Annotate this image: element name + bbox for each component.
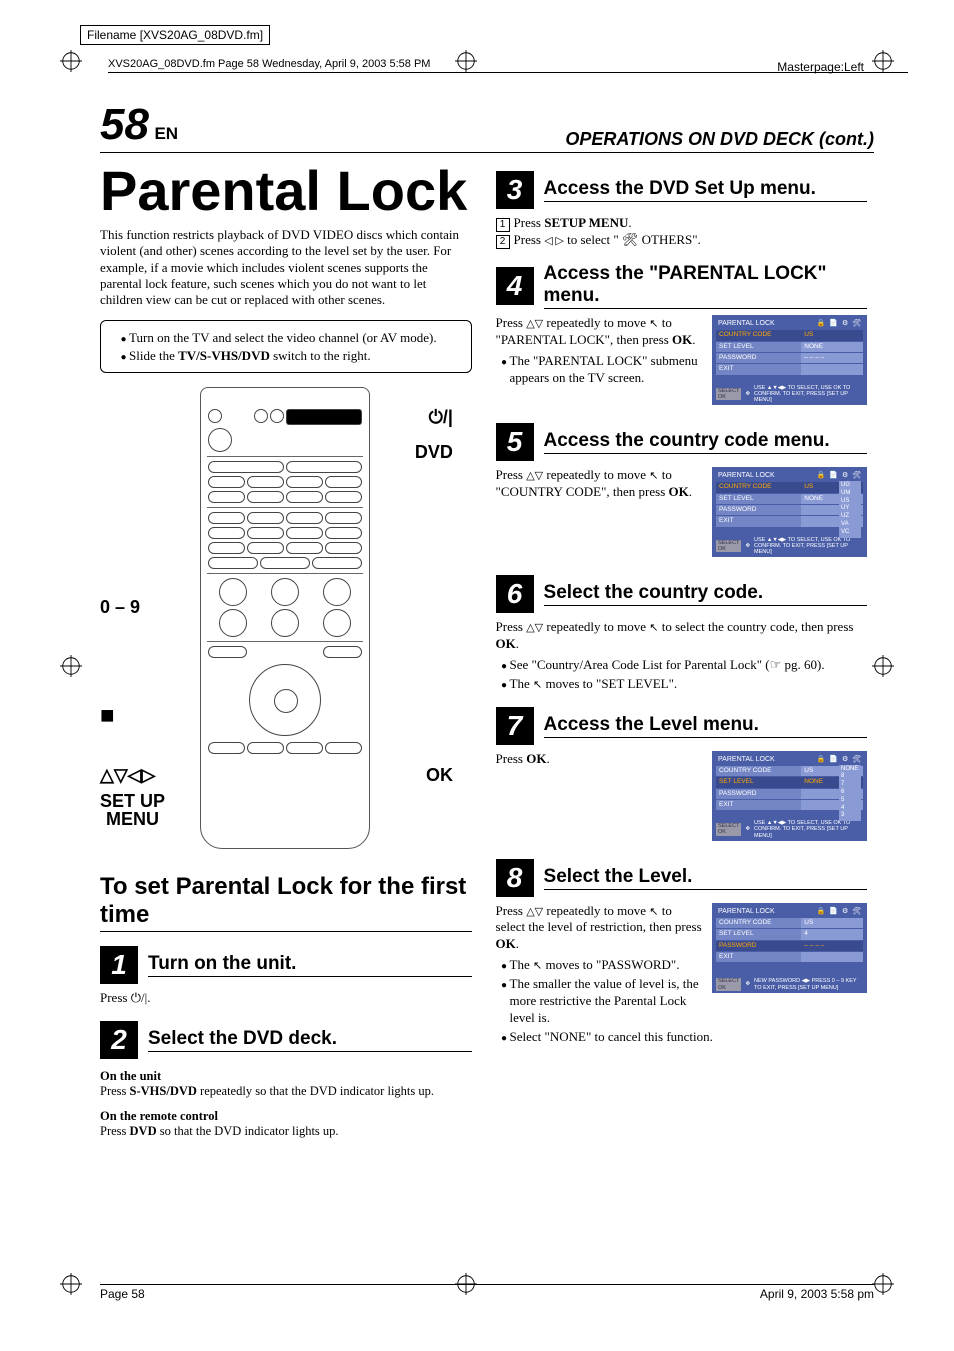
- remote-label-power: ⏻/|: [429, 407, 453, 428]
- step-number-icon: 2: [100, 1021, 138, 1059]
- step-number-icon: 8: [496, 859, 534, 897]
- step-title: Access the DVD Set Up menu.: [544, 178, 868, 202]
- sub-label: On the unit: [100, 1069, 161, 1083]
- page-lang: EN: [154, 124, 178, 143]
- step-body: PARENTAL LOCK🔒 📄 ⚙ 🛠COUNTRY CODEUSSET LE…: [496, 315, 868, 409]
- footer-page: Page 58: [100, 1287, 145, 1301]
- substep-num-icon: 1: [496, 218, 510, 232]
- remote-label-ok: OK: [426, 765, 453, 786]
- procedure-title: To set Parental Lock for the first time: [100, 873, 472, 932]
- crop-mark-icon: [455, 50, 477, 78]
- step-3: 3 Access the DVD Set Up menu.: [496, 171, 868, 209]
- crop-mark-icon: [872, 655, 894, 683]
- remote-label-numbers: 0 – 9: [100, 597, 140, 618]
- step-body: PARENTAL LOCK🔒 📄 ⚙ 🛠COUNTRY CODEUSSET LE…: [496, 467, 868, 561]
- left-column: Parental Lock This function restricts pl…: [100, 157, 472, 1139]
- step-7: 7 Access the Level menu.: [496, 707, 868, 745]
- columns: Parental Lock This function restricts pl…: [100, 157, 874, 1139]
- remote-diagram: ⏻/| DVD 0 – 9 ■ △▽◁▷ OK SET UPMENU: [100, 387, 453, 847]
- page-num-big: 58: [100, 100, 149, 149]
- step-number-icon: 6: [496, 575, 534, 613]
- step-2: 2 Select the DVD deck.: [100, 1021, 472, 1059]
- remote-label-arrows: △▽◁▷: [100, 765, 155, 786]
- step-body: PARENTAL LOCK🔒 📄 ⚙ 🛠COUNTRY CODEUSSET LE…: [496, 751, 868, 845]
- step-8: 8 Select the Level.: [496, 859, 868, 897]
- bullet: See "Country/Area Code List for Parental…: [510, 657, 868, 674]
- fm-header-text: XVS20AG_08DVD.fm Page 58 Wednesday, Apri…: [108, 58, 430, 70]
- page: Filename [XVS20AG_08DVD.fm] Masterpage:L…: [0, 0, 954, 1351]
- bullet: The ↖ moves to "SET LEVEL".: [510, 676, 868, 693]
- crop-mark-icon: [60, 1273, 82, 1301]
- step-sub: On the remote control Press DVD so that …: [100, 1109, 472, 1139]
- page-title: Parental Lock: [100, 163, 472, 219]
- prep-item: Turn on the TV and select the video chan…: [129, 329, 457, 347]
- step-title: Turn on the unit.: [148, 953, 472, 977]
- remote-label-stop: ■: [100, 702, 115, 730]
- step-5: 5 Access the country code menu.: [496, 423, 868, 461]
- step-number-icon: 3: [496, 171, 534, 209]
- header-row: 58 EN OPERATIONS ON DVD DECK (cont.): [100, 100, 874, 153]
- osd-screenshot: PARENTAL LOCK🔒 📄 ⚙ 🛠COUNTRY CODEUSSET LE…: [712, 467, 867, 557]
- prep-item: Slide the TV/S-VHS/DVD switch to the rig…: [129, 347, 457, 365]
- step-body: 1Press SETUP MENU. 2Press ◁ ▷ to select …: [496, 215, 868, 249]
- rule: [108, 72, 908, 73]
- step-body: PARENTAL LOCK🔒 📄 ⚙ 🛠COUNTRY CODEUSSET LE…: [496, 903, 868, 1048]
- step-title: Access the country code menu.: [544, 430, 868, 454]
- step-title: Select the Level.: [544, 866, 868, 890]
- crop-mark-icon: [60, 50, 82, 78]
- crop-mark-icon: [872, 1273, 894, 1301]
- remote-label-setup: SET UPMENU: [100, 792, 165, 828]
- remote-body-icon: [200, 387, 370, 849]
- substep-num-icon: 2: [496, 235, 510, 249]
- section-header: OPERATIONS ON DVD DECK (cont.): [565, 129, 874, 150]
- osd-screenshot: PARENTAL LOCK🔒 📄 ⚙ 🛠COUNTRY CODEUSSET LE…: [712, 315, 867, 405]
- step-title: Select the country code.: [544, 582, 868, 606]
- step-sub: On the unit Press S-VHS/DVD repeatedly s…: [100, 1069, 472, 1099]
- bullet: Select "NONE" to cancel this function.: [510, 1029, 868, 1046]
- osd-screenshot: PARENTAL LOCK🔒 📄 ⚙ 🛠COUNTRY CODEUSSET LE…: [712, 903, 867, 993]
- step-body: Press ⏻/|.: [100, 990, 472, 1007]
- step-6: 6 Select the country code.: [496, 575, 868, 613]
- step-title: Select the DVD deck.: [148, 1028, 472, 1052]
- step-number-icon: 1: [100, 946, 138, 984]
- step-body: Press △▽ repeatedly to move ↖ to select …: [496, 619, 868, 693]
- right-column: 3 Access the DVD Set Up menu. 1Press SET…: [496, 157, 868, 1139]
- filename-box: Filename [XVS20AG_08DVD.fm]: [80, 25, 270, 45]
- sub-label: On the remote control: [100, 1109, 218, 1123]
- crop-mark-icon: [872, 50, 894, 78]
- crop-mark-icon: [60, 655, 82, 683]
- step-1: 1 Turn on the unit.: [100, 946, 472, 984]
- intro-text: This function restricts playback of DVD …: [100, 227, 472, 308]
- prep-box: Turn on the TV and select the video chan…: [100, 320, 472, 373]
- step-title: Access the Level menu.: [544, 714, 868, 738]
- remote-label-dvd: DVD: [415, 442, 453, 463]
- fm-header: XVS20AG_08DVD.fm Page 58 Wednesday, Apri…: [108, 58, 908, 73]
- page-number: 58 EN: [100, 100, 178, 150]
- step-title: Access the "PARENTAL LOCK" menu.: [544, 263, 868, 309]
- footer: Page 58 April 9, 2003 5:58 pm: [100, 1284, 874, 1301]
- step-number-icon: 4: [496, 267, 534, 305]
- step-number-icon: 7: [496, 707, 534, 745]
- step-4: 4 Access the "PARENTAL LOCK" menu.: [496, 263, 868, 309]
- footer-date: April 9, 2003 5:58 pm: [760, 1287, 874, 1301]
- osd-screenshot: PARENTAL LOCK🔒 📄 ⚙ 🛠COUNTRY CODEUSSET LE…: [712, 751, 867, 841]
- step-number-icon: 5: [496, 423, 534, 461]
